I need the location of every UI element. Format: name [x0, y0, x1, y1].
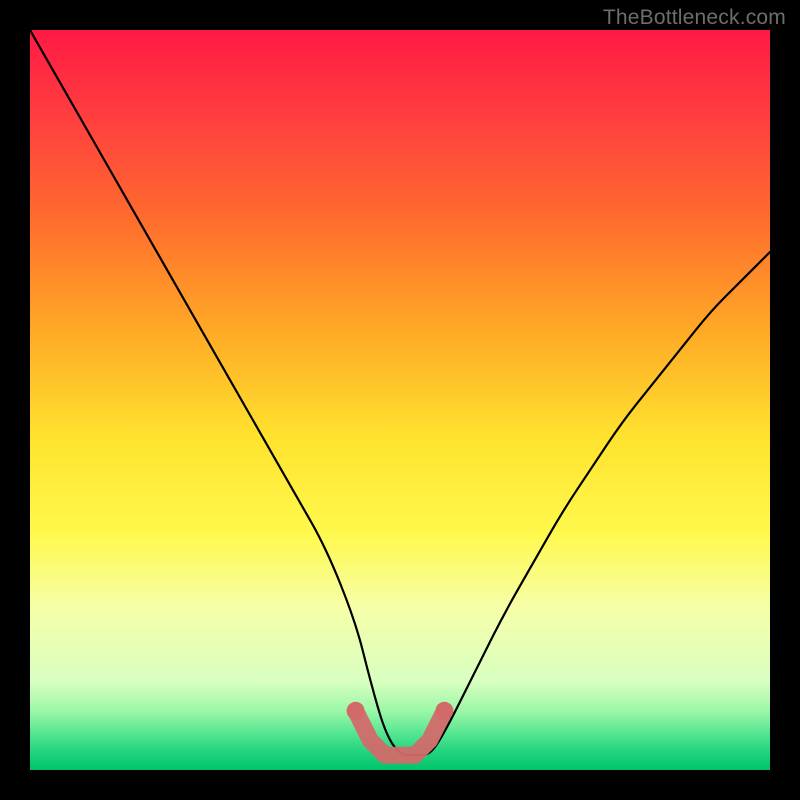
plot-frame	[30, 30, 770, 770]
gradient-background	[30, 30, 770, 770]
bottleneck-chart	[30, 30, 770, 770]
chart-stage: TheBottleneck.com	[0, 0, 800, 800]
highlight-endpoint	[435, 702, 453, 720]
highlight-endpoint	[347, 702, 365, 720]
watermark-text: TheBottleneck.com	[603, 6, 786, 30]
